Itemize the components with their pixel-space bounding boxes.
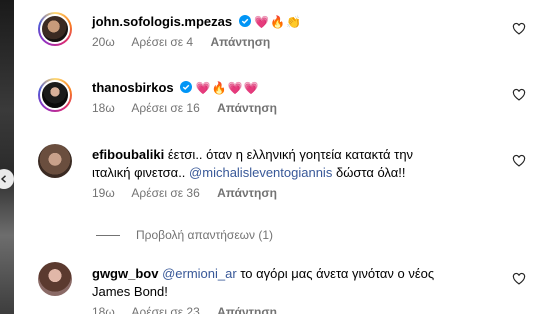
comment-text: 💗🔥💗💗 xyxy=(195,81,260,95)
comment-meta: 19ω Αρέσει σε 36 Απάντηση xyxy=(92,186,506,200)
like-heart-icon[interactable] xyxy=(512,22,526,36)
reply-button[interactable]: Απάντηση xyxy=(217,101,277,115)
comment-username[interactable]: thanosbirkos xyxy=(92,80,174,95)
comment-mention-link[interactable]: @michalisleventogiannis xyxy=(189,165,332,180)
comment-meta: 20ω Αρέσει σε 4 Απάντηση xyxy=(92,35,506,49)
comment-time[interactable]: 18ω xyxy=(92,101,115,115)
avatar[interactable] xyxy=(38,144,72,178)
comment-time[interactable]: 19ω xyxy=(92,186,115,200)
reply-button[interactable]: Απάντηση xyxy=(217,305,277,314)
view-replies-button[interactable]: Προβολή απαντήσεων (1) xyxy=(96,228,273,242)
comment-meta: 18ω Αρέσει σε 23 Απάντηση xyxy=(92,305,506,314)
verified-badge-icon xyxy=(180,81,193,93)
like-heart-icon[interactable] xyxy=(512,154,526,168)
comment-text-continued: ιταλική φινετσα.. xyxy=(92,165,186,180)
comment-item: thanosbirkos 💗🔥💗💗 18ω Αρέσει σε 16 Απάντ… xyxy=(38,74,536,124)
comment-text: 💗🔥👏 xyxy=(254,15,303,29)
comment-text: το αγόρι μας άνετα γινόταν ο νέος xyxy=(240,266,435,281)
comment-text-continued: James Bond! xyxy=(92,284,168,299)
view-replies-label: Προβολή απαντήσεων (1) xyxy=(136,228,274,242)
post-image-edge xyxy=(0,0,14,314)
reply-button[interactable]: Απάντηση xyxy=(217,186,277,200)
verified-badge-icon xyxy=(238,15,251,27)
comment-username[interactable]: gwgw_bov xyxy=(92,266,158,281)
chevron-left-icon xyxy=(0,175,6,183)
avatar[interactable] xyxy=(38,262,72,296)
comment-text-end: δώστα όλα!! xyxy=(335,165,406,180)
comments-panel: john.sofologis.mpezas 💗🔥👏 20ω Αρέσει σε … xyxy=(0,0,536,314)
comment-mention-link[interactable]: @ermioni_ar xyxy=(162,266,237,281)
like-heart-icon[interactable] xyxy=(512,88,526,102)
like-heart-icon[interactable] xyxy=(512,272,526,286)
comment-username[interactable]: efiboubaliki xyxy=(92,147,164,162)
view-replies-divider xyxy=(96,234,120,236)
comment-username[interactable]: john.sofologis.mpezas xyxy=(92,14,232,29)
comment-likes[interactable]: Αρέσει σε 36 xyxy=(131,186,199,200)
avatar[interactable] xyxy=(38,78,72,112)
comment-item: gwgw_bov @ermioni_ar το αγόρι μας άνετα … xyxy=(38,260,536,314)
comment-time[interactable]: 20ω xyxy=(92,35,115,49)
comment-text: έετσι.. όταν η ελληνική γοητεία κατακτά … xyxy=(167,147,414,162)
comment-likes[interactable]: Αρέσει σε 16 xyxy=(131,101,199,115)
comment-likes[interactable]: Αρέσει σε 4 xyxy=(131,35,193,49)
avatar[interactable] xyxy=(38,12,72,46)
comment-likes[interactable]: Αρέσει σε 23 xyxy=(131,305,199,314)
comment-item: efiboubaliki έετσι.. όταν η ελληνική γοη… xyxy=(38,140,536,220)
reply-button[interactable]: Απάντηση xyxy=(210,35,270,49)
comment-item: john.sofologis.mpezas 💗🔥👏 20ω Αρέσει σε … xyxy=(38,10,536,60)
comment-time[interactable]: 18ω xyxy=(92,305,115,314)
comment-meta: 18ω Αρέσει σε 16 Απάντηση xyxy=(92,101,506,115)
